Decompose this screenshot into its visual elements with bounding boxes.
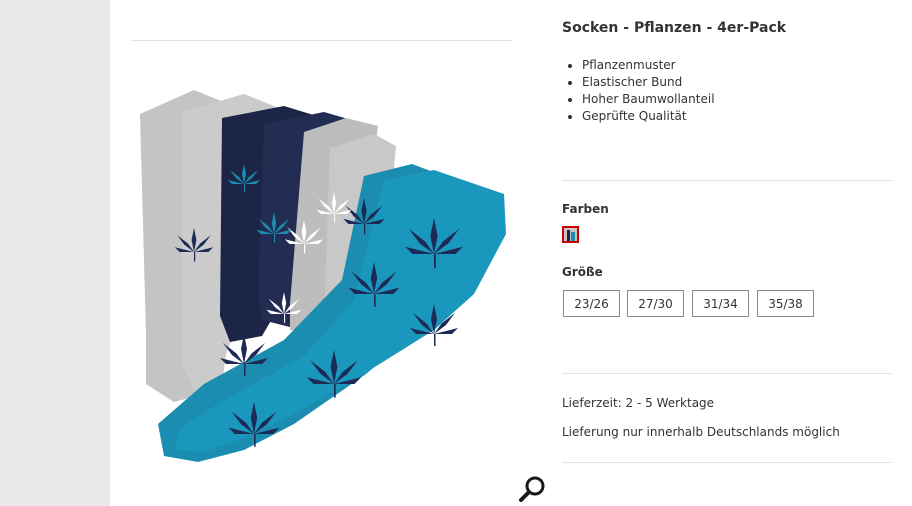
divider <box>562 180 892 181</box>
divider <box>562 462 892 463</box>
color-swatch-selected[interactable] <box>562 226 579 243</box>
feature-item: Hoher Baumwollanteil <box>582 91 715 108</box>
feature-item: Pflanzenmuster <box>582 57 715 74</box>
product-title: Socken - Pflanzen - 4er-Pack <box>562 20 787 36</box>
size-option-31-34[interactable]: 31/34 <box>692 290 749 317</box>
size-label: Größe <box>562 265 603 279</box>
feature-list: Pflanzenmuster Elastischer Bund Hoher Ba… <box>562 57 715 125</box>
feature-item: Geprüfte Qualität <box>582 108 715 125</box>
magnifier-icon[interactable] <box>516 474 548 504</box>
image-top-divider <box>131 40 512 41</box>
product-image <box>140 90 506 462</box>
delivery-note: Lieferung nur innerhalb Deutschlands mög… <box>562 425 840 439</box>
size-option-35-38[interactable]: 35/38 <box>757 290 814 317</box>
colors-label: Farben <box>562 202 609 216</box>
divider <box>562 373 892 374</box>
feature-item: Elastischer Bund <box>582 74 715 91</box>
size-option-23-26[interactable]: 23/26 <box>563 290 620 317</box>
size-option-27-30[interactable]: 27/30 <box>627 290 684 317</box>
delivery-time: Lieferzeit: 2 - 5 Werktage <box>562 396 715 410</box>
left-gutter <box>0 0 110 506</box>
swatch-thumbnail-icon <box>564 230 577 241</box>
